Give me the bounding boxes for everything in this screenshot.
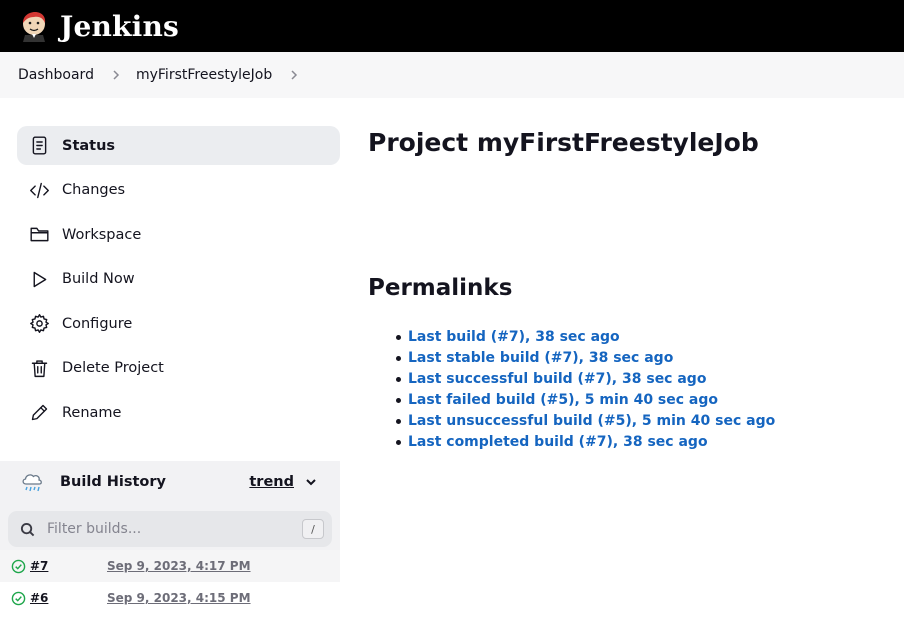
sidebar-item-label: Rename <box>62 404 122 421</box>
pencil-icon <box>28 402 50 424</box>
trash-icon <box>28 357 50 379</box>
folder-icon <box>28 224 50 246</box>
sidebar-item-rename[interactable]: Rename <box>17 393 340 432</box>
build-row[interactable]: #7 Sep 9, 2023, 4:17 PM <box>0 550 340 582</box>
sidebar-item-label: Status <box>62 137 116 154</box>
top-header: Jenkins <box>0 0 904 52</box>
sidebar-item-label: Build Now <box>62 271 135 287</box>
permalinks-list: Last build (#7), 38 sec ago Last stable … <box>368 327 904 453</box>
code-icon <box>28 179 50 201</box>
build-row[interactable]: #6 Sep 9, 2023, 4:15 PM <box>0 582 340 614</box>
build-filter-wrapper: / <box>0 502 340 550</box>
trend-link[interactable]: trend <box>249 474 294 490</box>
page-title: Project myFirstFreestyleJob <box>368 128 759 157</box>
list-item: Last build (#7), 38 sec ago <box>396 327 904 348</box>
permalink-last-build[interactable]: Last build (#7), 38 sec ago <box>408 329 620 345</box>
build-history-title: Build History <box>60 473 166 490</box>
status-icon <box>28 135 50 157</box>
success-check-icon <box>11 559 26 573</box>
breadcrumb: Dashboard myFirstFreestyleJob <box>0 52 904 98</box>
search-icon <box>20 522 35 536</box>
breadcrumb-job[interactable]: myFirstFreestyleJob <box>136 67 272 83</box>
build-date-link[interactable]: Sep 9, 2023, 4:17 PM <box>107 559 251 573</box>
permalinks-heading: Permalinks <box>368 275 513 301</box>
keyboard-shortcut-badge: / <box>302 519 324 539</box>
permalink-last-completed-build[interactable]: Last completed build (#7), 38 sec ago <box>408 434 708 450</box>
weather-rain-icon <box>22 473 42 491</box>
permalink-last-successful-build[interactable]: Last successful build (#7), 38 sec ago <box>408 371 706 387</box>
sidebar: Status Changes Workspace Build Now Confi… <box>0 98 357 453</box>
chevron-right-icon[interactable] <box>288 69 300 81</box>
sidebar-item-label: Workspace <box>62 226 142 243</box>
list-item: Last failed build (#5), 5 min 40 sec ago <box>396 390 904 411</box>
chevron-right-icon <box>110 69 122 81</box>
list-item: Last stable build (#7), 38 sec ago <box>396 348 904 369</box>
list-item: Last unsuccessful build (#5), 5 min 40 s… <box>396 411 904 432</box>
play-icon <box>28 268 50 290</box>
permalink-last-stable-build[interactable]: Last stable build (#7), 38 sec ago <box>408 350 673 366</box>
sidebar-item-label: Changes <box>62 182 126 198</box>
build-filter: / <box>8 511 332 547</box>
sidebar-item-label: Delete Project <box>62 360 164 376</box>
chevron-down-icon[interactable] <box>304 475 318 489</box>
build-history-panel: Build History trend / #7 Sep 9, 2023, 4:… <box>0 461 340 614</box>
list-item: Last successful build (#7), 38 sec ago <box>396 369 904 390</box>
build-date-link[interactable]: Sep 9, 2023, 4:15 PM <box>107 591 251 605</box>
sidebar-item-changes[interactable]: Changes <box>17 171 340 210</box>
build-history-header: Build History trend <box>0 461 340 502</box>
sidebar-item-label: Configure <box>62 315 133 332</box>
list-item: Last completed build (#7), 38 sec ago <box>396 432 904 453</box>
sidebar-item-workspace[interactable]: Workspace <box>17 215 340 254</box>
sidebar-item-build-now[interactable]: Build Now <box>17 260 340 299</box>
build-number-link[interactable]: #7 <box>30 559 107 573</box>
permalink-last-unsuccessful-build[interactable]: Last unsuccessful build (#5), 5 min 40 s… <box>408 413 775 429</box>
jenkins-logo-icon[interactable] <box>18 10 50 42</box>
main-content: Project myFirstFreestyleJob Permalinks L… <box>357 98 904 453</box>
sidebar-item-configure[interactable]: Configure <box>17 304 340 343</box>
gear-icon <box>28 313 50 335</box>
filter-builds-input[interactable] <box>47 521 302 537</box>
sidebar-item-status[interactable]: Status <box>17 126 340 165</box>
success-check-icon <box>11 591 26 605</box>
breadcrumb-dashboard[interactable]: Dashboard <box>18 67 94 83</box>
build-number-link[interactable]: #6 <box>30 591 107 605</box>
brand-name[interactable]: Jenkins <box>60 10 179 43</box>
sidebar-item-delete-project[interactable]: Delete Project <box>17 349 340 388</box>
permalink-last-failed-build[interactable]: Last failed build (#5), 5 min 40 sec ago <box>408 392 718 408</box>
